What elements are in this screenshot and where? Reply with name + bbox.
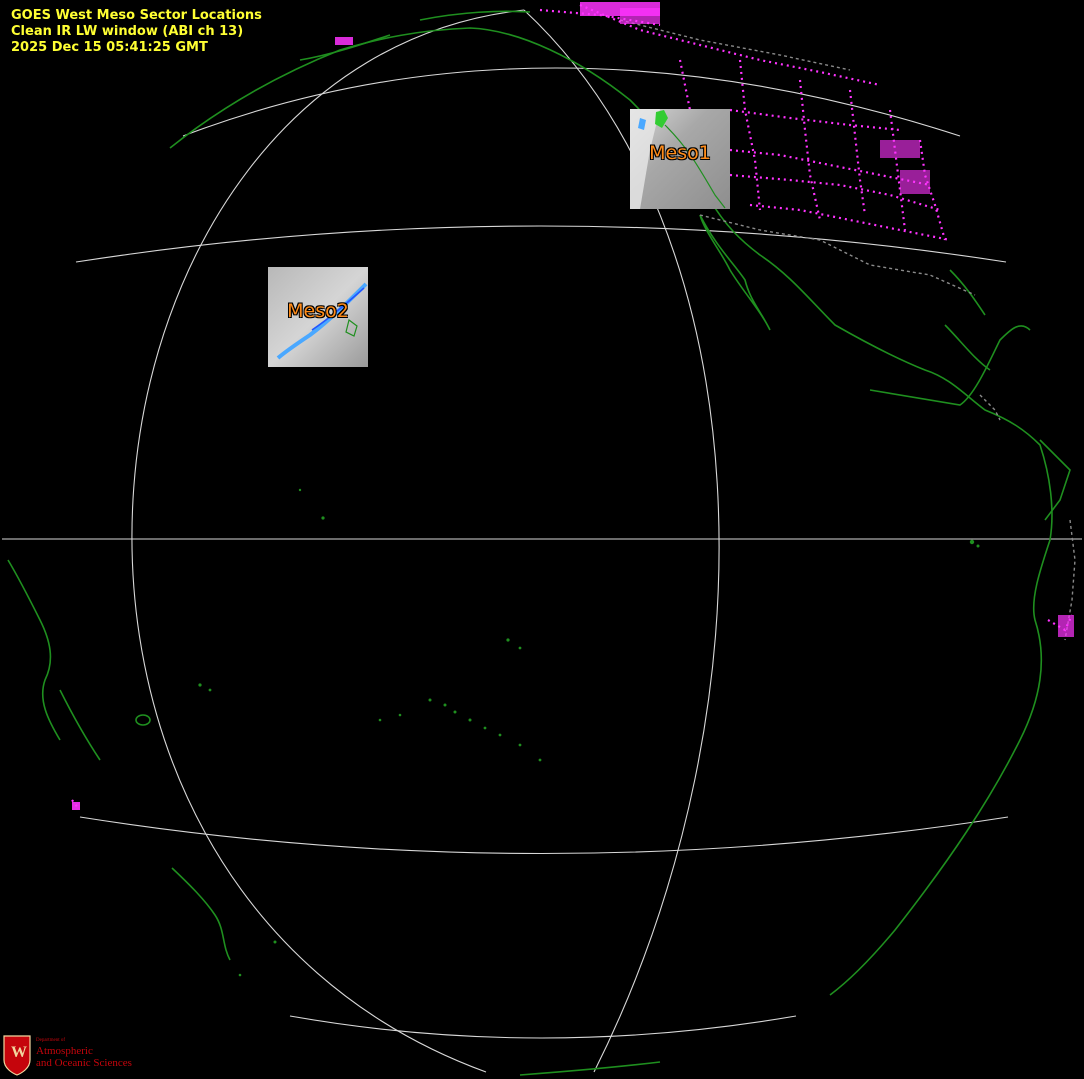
title-line-3-timestamp: 2025 Dec 15 05:41:25 GMT — [11, 40, 208, 55]
logo-dept-of: Department of — [36, 1038, 66, 1043]
meso1-label: Meso1 — [649, 142, 711, 164]
logo-oceanic-sciences: and Oceanic Sciences — [36, 1057, 132, 1069]
uw-aos-logo: W Department of Atmospheric and Oceanic … — [2, 1031, 162, 1075]
meso2-sector[interactable]: Meso2 — [268, 267, 368, 367]
logo-atmospheric: Atmospheric — [36, 1045, 93, 1057]
title-line-1: GOES West Meso Sector Locations — [11, 8, 262, 23]
meso1-sector[interactable]: Meso1 — [630, 109, 730, 209]
title-line-2: Clean IR LW window (ABI ch 13) — [11, 24, 244, 39]
earth-disk-map — [0, 0, 1084, 1079]
seal-letter: W — [11, 1044, 27, 1061]
meso2-label: Meso2 — [287, 300, 349, 322]
